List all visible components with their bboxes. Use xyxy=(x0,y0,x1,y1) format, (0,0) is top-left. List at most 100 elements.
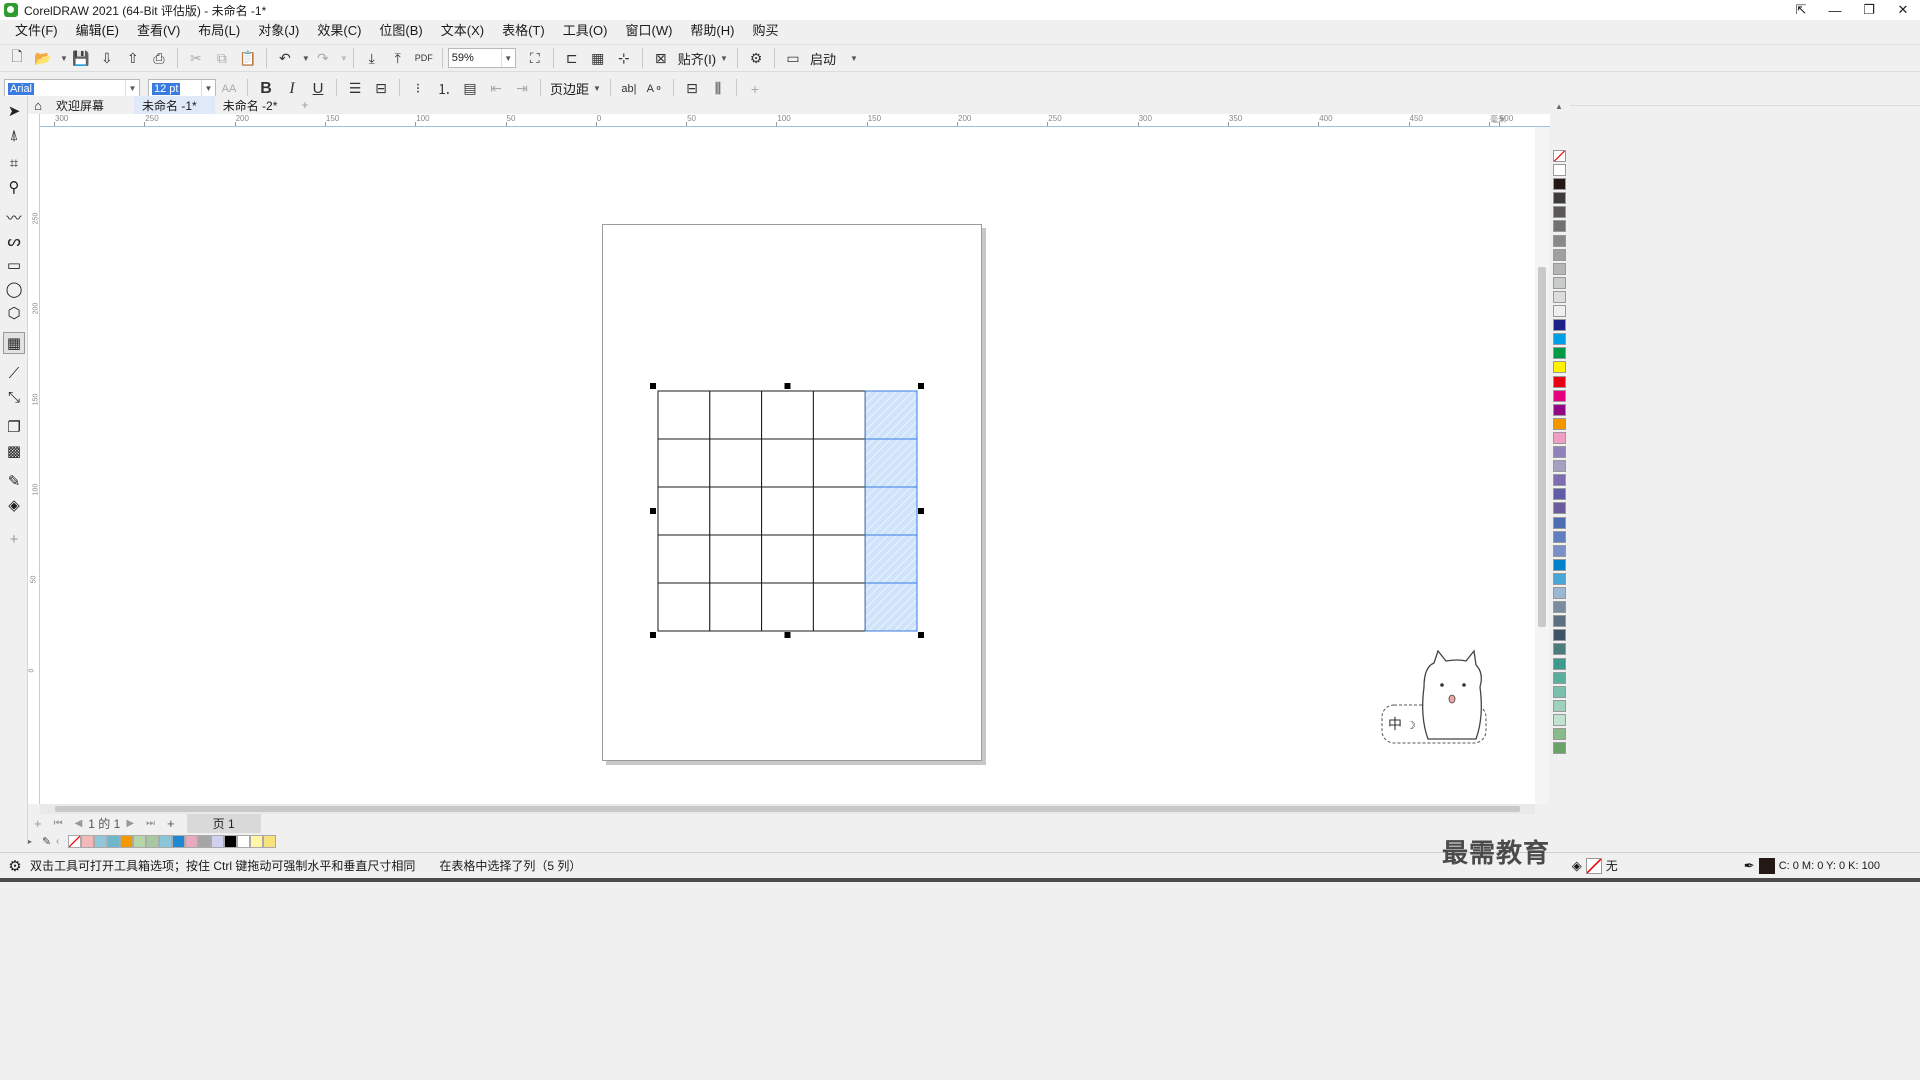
eyedropper-icon[interactable]: ✎ xyxy=(42,835,56,848)
freehand-tool-icon[interactable]: 〰 xyxy=(3,206,25,228)
horizontal-scroll-thumb[interactable] xyxy=(55,806,1520,812)
color-swatch[interactable] xyxy=(1553,178,1566,191)
color-swatch[interactable] xyxy=(1553,713,1566,726)
table-cell[interactable] xyxy=(812,582,866,632)
color-swatch[interactable] xyxy=(1553,460,1566,473)
selected-table-cell[interactable] xyxy=(864,438,918,488)
print-icon[interactable]: ⎙ xyxy=(147,47,171,69)
color-swatch[interactable] xyxy=(1553,206,1566,219)
export-icon[interactable]: ⤒ xyxy=(386,47,410,69)
color-swatch[interactable] xyxy=(1553,248,1566,261)
open-dropdown-icon[interactable]: ▼ xyxy=(60,54,68,63)
selection-handle[interactable] xyxy=(918,383,924,389)
selected-table-cell[interactable] xyxy=(864,486,918,536)
color-swatch[interactable] xyxy=(1553,615,1566,628)
color-swatch[interactable] xyxy=(1553,572,1566,585)
selection-handle[interactable] xyxy=(650,508,656,514)
table-cell[interactable] xyxy=(812,390,866,440)
horizontal-scrollbar[interactable] xyxy=(40,804,1535,814)
table-cell[interactable] xyxy=(761,534,814,584)
drawing-canvas[interactable]: 中 ☽ xyxy=(40,127,1535,804)
document-color-swatch[interactable] xyxy=(224,834,237,848)
color-swatch[interactable] xyxy=(1553,164,1566,176)
table-cell[interactable] xyxy=(709,486,763,536)
color-swatch[interactable] xyxy=(1553,192,1566,205)
document-color-swatch[interactable] xyxy=(172,834,185,848)
menu-effects[interactable]: 效果(C) xyxy=(308,20,370,42)
chevron-down-icon[interactable]: ▼ xyxy=(201,79,215,98)
options-gear-icon[interactable]: ⚙ xyxy=(744,47,768,69)
shape-tool-icon[interactable]: ⍋ xyxy=(3,124,25,146)
add-tool-icon[interactable]: + xyxy=(3,528,25,550)
color-swatch[interactable] xyxy=(1553,305,1566,317)
redo-dropdown-icon[interactable]: ▼ xyxy=(340,54,348,63)
vertical-scroll-thumb[interactable] xyxy=(1538,267,1546,627)
cloud-upload-icon[interactable]: ⇧ xyxy=(121,47,145,69)
dimension-tool-icon[interactable]: ⟋ xyxy=(3,362,25,384)
ellipse-tool-icon[interactable]: ◯ xyxy=(3,278,25,300)
color-swatch[interactable] xyxy=(1553,558,1566,571)
vertical-ruler[interactable]: 250 200 150 100 50 0 xyxy=(28,127,40,804)
application-launcher-icon[interactable]: ▭ xyxy=(781,47,805,69)
menu-text[interactable]: 文本(X) xyxy=(432,20,493,42)
add-page-after-icon[interactable]: + xyxy=(167,816,175,831)
table-cell[interactable] xyxy=(657,534,711,584)
color-swatch[interactable] xyxy=(1553,685,1566,698)
table-object[interactable] xyxy=(40,127,1535,804)
table-cell[interactable] xyxy=(812,534,866,584)
color-swatch[interactable] xyxy=(1553,375,1566,388)
transparency-tool-icon[interactable]: ▩ xyxy=(3,440,25,462)
previous-page-icon[interactable]: ◀ xyxy=(75,818,83,829)
undo-icon[interactable]: ↶ xyxy=(273,47,297,69)
page-tab[interactable]: 页 1 xyxy=(186,813,261,833)
eyedropper-tool-icon[interactable]: ✎ xyxy=(3,470,25,492)
table-cell[interactable] xyxy=(657,390,711,440)
table-cell[interactable] xyxy=(761,390,814,440)
expand-palette-icon[interactable]: ▸ xyxy=(28,837,38,846)
table-cell[interactable] xyxy=(657,486,711,536)
color-swatch[interactable] xyxy=(1553,516,1566,529)
ruler-origin[interactable] xyxy=(28,114,40,127)
show-guidelines-icon[interactable]: ⊹ xyxy=(612,47,636,69)
connector-tool-icon[interactable]: ⤡ xyxy=(3,386,25,408)
document-color-swatch[interactable] xyxy=(198,834,211,848)
color-swatch[interactable] xyxy=(1553,671,1566,684)
home-icon[interactable]: ⌂ xyxy=(28,96,48,114)
menu-edit[interactable]: 编辑(E) xyxy=(67,20,128,42)
document-color-swatch[interactable] xyxy=(94,834,107,848)
color-swatch[interactable] xyxy=(1553,728,1566,740)
color-swatch[interactable] xyxy=(1553,474,1566,487)
scroll-left-icon[interactable]: ‹ xyxy=(56,836,68,847)
menu-window[interactable]: 窗口(W) xyxy=(616,20,681,42)
table-cell[interactable] xyxy=(657,582,711,632)
first-page-icon[interactable]: ⏮ xyxy=(54,818,63,829)
snap-off-icon[interactable]: ⊠ xyxy=(649,47,673,69)
save-icon[interactable]: 💾 xyxy=(69,47,93,69)
no-fill-swatch[interactable] xyxy=(1585,857,1602,874)
table-cell[interactable] xyxy=(761,582,814,632)
color-swatch[interactable] xyxy=(1553,502,1566,515)
table-cell[interactable] xyxy=(709,582,763,632)
menu-buy[interactable]: 购买 xyxy=(743,20,787,42)
color-swatch[interactable] xyxy=(1553,262,1566,275)
color-swatch[interactable] xyxy=(1553,276,1566,289)
artistic-media-tool-icon[interactable]: ᔕ xyxy=(3,230,25,252)
menu-table[interactable]: 表格(T) xyxy=(493,20,554,42)
table-cell[interactable] xyxy=(709,534,763,584)
chevron-down-icon[interactable]: ▼ xyxy=(500,49,515,67)
selection-handle[interactable] xyxy=(918,508,924,514)
menu-bitmaps[interactable]: 位图(B) xyxy=(370,20,431,42)
selected-table-cell[interactable] xyxy=(864,534,918,584)
color-swatch[interactable] xyxy=(1553,587,1566,599)
color-swatch[interactable] xyxy=(1553,290,1566,303)
new-tab-button[interactable]: + xyxy=(295,96,314,114)
copy-icon[interactable]: ⧉ xyxy=(210,47,234,69)
selection-handle[interactable] xyxy=(650,383,656,389)
table-tool-icon[interactable]: ▦ xyxy=(3,332,25,354)
table-cell[interactable] xyxy=(812,438,866,488)
color-swatch[interactable] xyxy=(1553,403,1566,416)
pick-tool-icon[interactable]: ➤ xyxy=(3,100,25,122)
color-swatch[interactable] xyxy=(1553,389,1566,402)
fill-bucket-icon[interactable]: ◈ xyxy=(1572,858,1582,874)
color-swatch[interactable] xyxy=(1553,220,1566,233)
